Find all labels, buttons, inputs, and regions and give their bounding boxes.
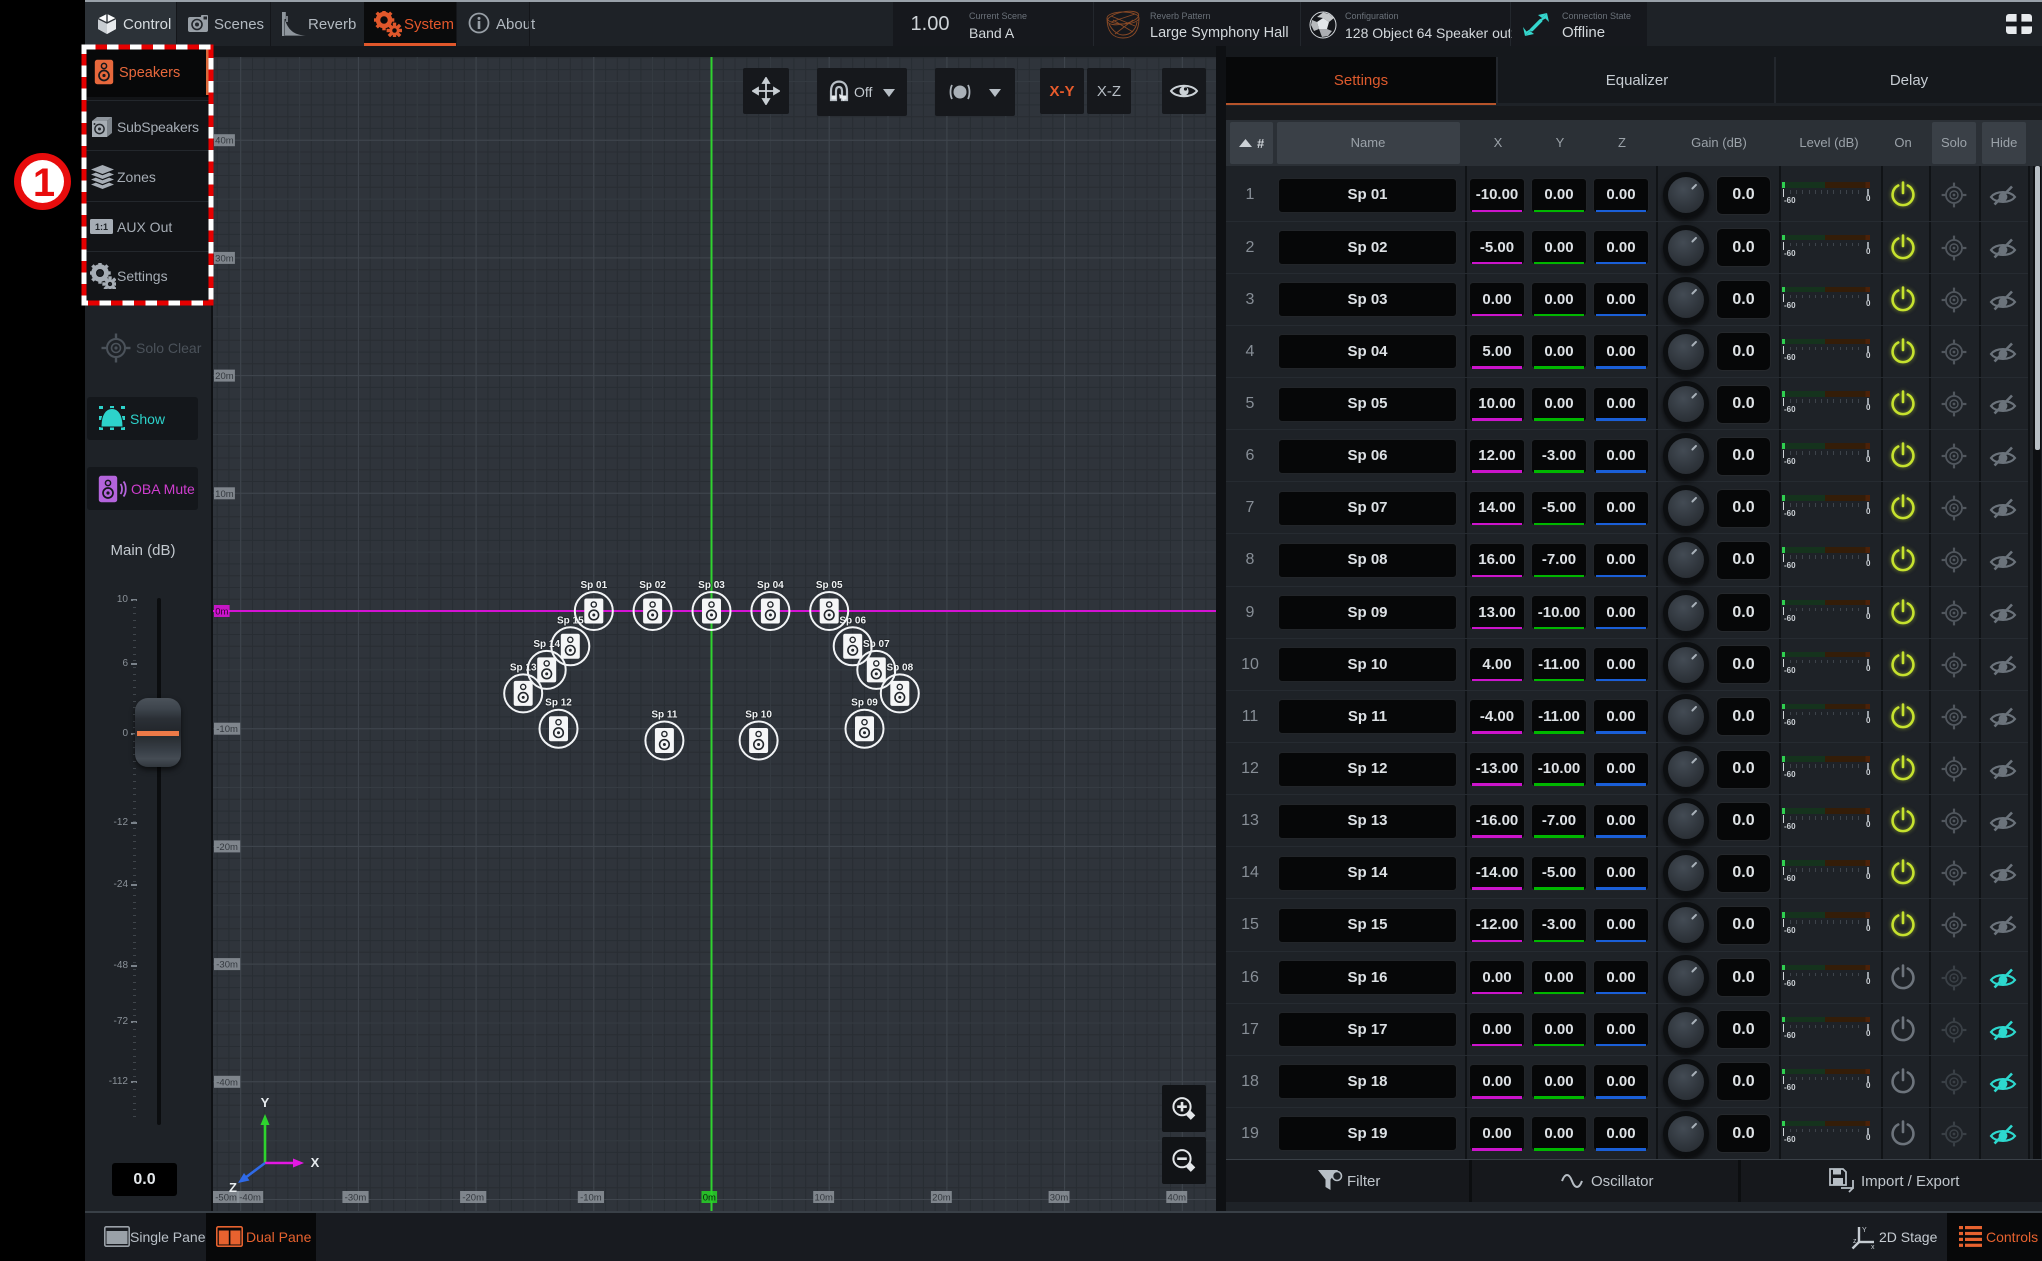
svg-text:-40m: -40m — [216, 1077, 238, 1088]
svg-text:Sp 02: Sp 02 — [639, 580, 666, 591]
svg-text:Sp 05: Sp 05 — [816, 580, 843, 591]
svg-text:Sp 09: Sp 09 — [851, 698, 878, 709]
svg-text:Sp 08: Sp 08 — [886, 662, 913, 673]
svg-text:30m: 30m — [1050, 1193, 1069, 1204]
svg-text:x: x — [1871, 1244, 1875, 1250]
svg-text:Sp 13: Sp 13 — [510, 662, 537, 673]
svg-text:10m: 10m — [814, 1193, 833, 1204]
svg-text:Z: Z — [229, 1180, 237, 1195]
svg-text:0m: 0m — [215, 607, 228, 618]
svg-text:z: z — [1853, 1238, 1857, 1245]
svg-text:40m: 40m — [215, 136, 234, 147]
svg-text:-10m: -10m — [216, 724, 238, 735]
svg-text:Sp 07: Sp 07 — [863, 639, 890, 650]
svg-text:-30m: -30m — [345, 1193, 367, 1204]
svg-text:10m: 10m — [215, 489, 234, 500]
svg-text:20m: 20m — [932, 1193, 951, 1204]
svg-text:-20m: -20m — [462, 1193, 484, 1204]
svg-text:-10m: -10m — [580, 1193, 602, 1204]
svg-text:-30m: -30m — [216, 960, 238, 971]
svg-text:Sp 11: Sp 11 — [651, 710, 678, 721]
svg-text:Sp 14: Sp 14 — [533, 639, 560, 650]
svg-text:0m: 0m — [703, 1193, 716, 1204]
svg-text:Sp 03: Sp 03 — [698, 580, 725, 591]
svg-text:Sp 01: Sp 01 — [580, 580, 607, 591]
svg-text:Sp 04: Sp 04 — [757, 580, 784, 591]
svg-text:30m: 30m — [215, 253, 234, 264]
svg-text:X: X — [311, 1155, 320, 1170]
svg-text:-40m: -40m — [239, 1193, 261, 1204]
svg-text:-20m: -20m — [216, 842, 238, 853]
svg-text:40m: 40m — [1168, 1193, 1187, 1204]
svg-text:Sp 10: Sp 10 — [745, 710, 772, 721]
svg-text:20m: 20m — [215, 371, 234, 382]
svg-text:Sp 12: Sp 12 — [545, 698, 572, 709]
svg-text:1: 1 — [33, 161, 55, 205]
svg-text:Y: Y — [261, 1095, 270, 1110]
svg-text:Y: Y — [1862, 1227, 1867, 1234]
